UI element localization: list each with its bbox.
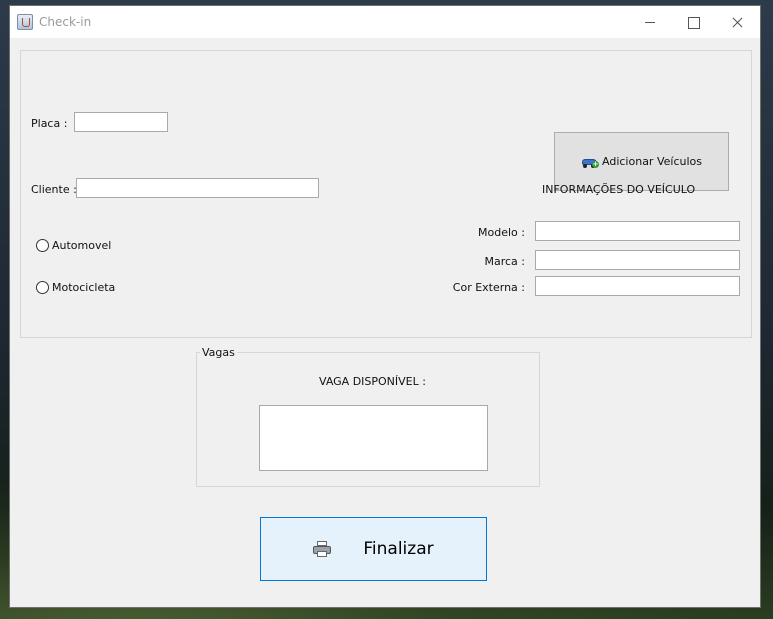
cor-externa-field[interactable] xyxy=(535,276,740,296)
radio-motocicleta-label: Motocicleta xyxy=(52,281,116,294)
printer-icon xyxy=(313,541,332,557)
checkin-window: Check-in Placa : Cliente : Automovel Mot… xyxy=(9,5,761,608)
placa-label: Placa : xyxy=(31,117,68,130)
vehicle-form-panel: Placa : Cliente : Automovel Motocicleta … xyxy=(20,50,752,338)
radio-automovel-label: Automovel xyxy=(52,239,112,252)
radio-automovel[interactable]: Automovel xyxy=(36,239,111,252)
marca-label: Marca : xyxy=(484,255,525,268)
window-title: Check-in xyxy=(39,15,92,29)
radio-motocicleta[interactable]: Motocicleta xyxy=(36,281,115,294)
radio-circle-icon[interactable] xyxy=(36,281,49,294)
maximize-icon[interactable] xyxy=(670,6,716,38)
marca-field[interactable] xyxy=(535,250,740,270)
vaga-disponivel-label: VAGA DISPONÍVEL : xyxy=(319,375,426,388)
vaga-disponivel-textarea[interactable] xyxy=(259,405,488,471)
cor-externa-label: Cor Externa : xyxy=(452,281,525,294)
cliente-field[interactable] xyxy=(76,178,319,198)
title-bar[interactable]: Check-in xyxy=(10,6,760,38)
placa-field[interactable] xyxy=(74,112,168,132)
minimize-icon[interactable] xyxy=(627,6,673,38)
vagas-legend: Vagas xyxy=(200,346,237,359)
finalizar-button[interactable]: Finalizar xyxy=(260,517,487,581)
add-vehicle-label: Adicionar Veículos xyxy=(602,155,702,168)
modelo-label: Modelo : xyxy=(478,226,525,239)
java-app-icon xyxy=(17,14,33,30)
finalizar-label: Finalizar xyxy=(363,539,434,559)
car-add-icon: + xyxy=(581,156,600,168)
close-icon[interactable] xyxy=(715,6,761,38)
radio-circle-icon[interactable] xyxy=(36,239,49,252)
modelo-field[interactable] xyxy=(535,221,740,241)
vehicle-info-heading: INFORMAÇÕES DO VEÍCULO xyxy=(542,183,696,196)
cliente-label: Cliente : xyxy=(31,183,77,196)
